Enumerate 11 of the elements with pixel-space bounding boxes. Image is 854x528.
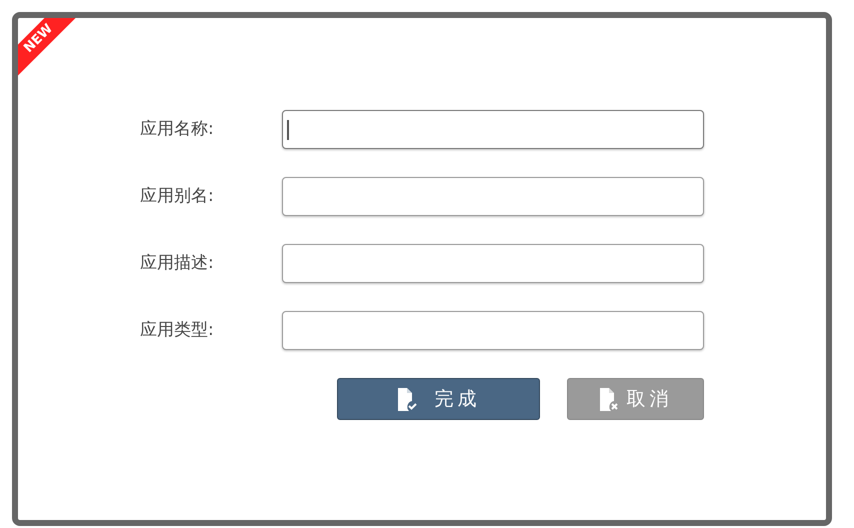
input-field[interactable] (282, 311, 704, 350)
document-check-icon (396, 387, 416, 411)
input-field[interactable] (282, 177, 704, 216)
field-label: 应用名称: (140, 118, 215, 141)
confirm-button[interactable]: 完成 (337, 378, 540, 420)
field-label: 应用描述: (140, 252, 215, 275)
input-field[interactable] (282, 110, 704, 149)
field-label: 应用别名: (140, 184, 215, 208)
input-field[interactable] (282, 244, 704, 283)
document-x-icon (598, 387, 618, 411)
field-label: 应用类型: (140, 318, 215, 342)
